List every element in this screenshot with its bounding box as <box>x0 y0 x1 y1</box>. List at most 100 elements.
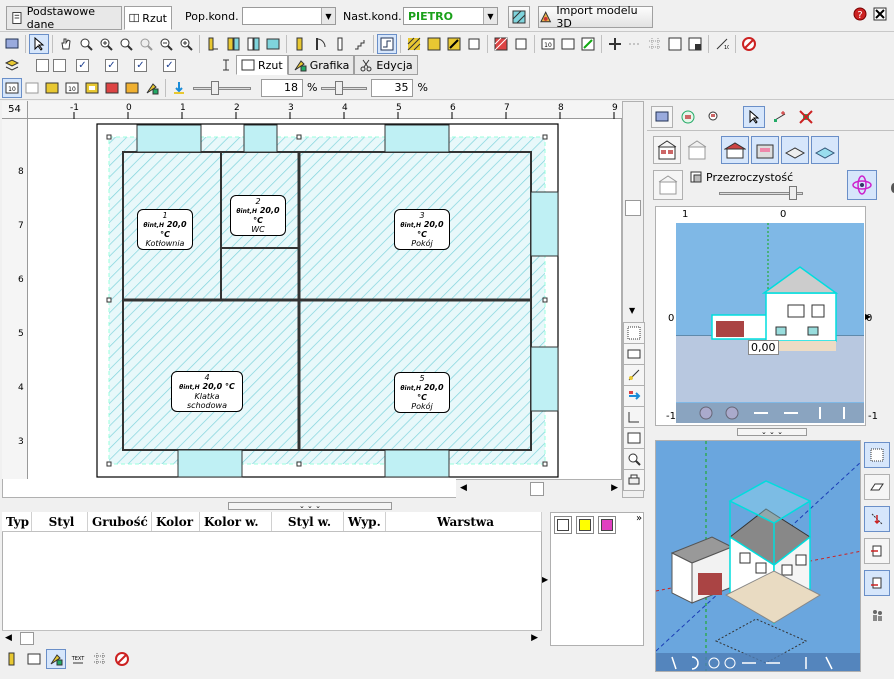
swatch-white[interactable] <box>554 516 572 534</box>
3d-clip-button[interactable] <box>864 570 890 596</box>
col-grubosc[interactable]: Grubość <box>88 512 152 531</box>
pointer-button[interactable] <box>29 34 49 54</box>
scroll-left-arrow[interactable]: ◀ <box>460 483 467 493</box>
bottom-text-button[interactable]: TEXT <box>68 649 88 669</box>
door-tool[interactable] <box>310 34 330 54</box>
house-transparency-button[interactable] <box>653 170 683 200</box>
drawing-hscroll[interactable]: ◀ ▶ <box>456 479 622 498</box>
scroll-right-arrow[interactable]: ▶ <box>531 633 538 643</box>
expand-icon[interactable]: » <box>636 513 642 524</box>
hatch-tool-button[interactable] <box>508 6 530 28</box>
print-view-button[interactable] <box>623 469 645 491</box>
crosshair-tool[interactable] <box>605 34 625 54</box>
chevron-down-icon[interactable]: ▼ <box>321 8 335 24</box>
scroll-thumb[interactable] <box>530 482 544 496</box>
chevron-down-icon[interactable]: ▼ <box>483 8 497 24</box>
cancel-tool[interactable] <box>739 34 759 54</box>
bottom-plan-button[interactable] <box>24 649 44 669</box>
slider-2[interactable] <box>321 79 368 97</box>
close-button[interactable] <box>870 4 890 24</box>
measure-tool[interactable]: 10 <box>712 34 732 54</box>
hatch-tool-d[interactable] <box>464 34 484 54</box>
transparency-button[interactable] <box>169 78 189 98</box>
col-styl[interactable]: Styl <box>32 512 88 531</box>
grid-dots-button[interactable] <box>623 322 645 344</box>
select-3d-button[interactable] <box>743 106 765 128</box>
orbit-button[interactable] <box>847 170 877 200</box>
scroll-down-arrow[interactable]: ▼ <box>629 306 635 315</box>
room-label-4[interactable]: 4 θint,H 20,0 °C Klatka schodowa <box>171 371 243 412</box>
checkbox-b[interactable] <box>53 58 66 72</box>
zoom-plus-button[interactable] <box>176 34 196 54</box>
dimension-view-button[interactable] <box>623 343 645 365</box>
bottom-cancel-button[interactable] <box>112 649 132 669</box>
bottom-wall-button[interactable] <box>2 649 22 669</box>
tab-rzut[interactable]: Rzut <box>124 6 172 30</box>
col-styl-w[interactable]: Styl w. <box>272 512 344 531</box>
window-tool[interactable] <box>330 34 350 54</box>
dimension-toggle[interactable]: 10 <box>2 77 22 98</box>
plan-toggle-g[interactable] <box>142 78 162 98</box>
pop-kond-select[interactable]: ▼ <box>242 7 336 25</box>
zoom-out-button[interactable] <box>156 34 176 54</box>
house-view-e[interactable] <box>781 136 809 164</box>
zoom-view-button[interactable] <box>623 448 645 470</box>
grid-tool[interactable] <box>645 34 665 54</box>
nast-kond-select[interactable]: PIETRO ▼ <box>403 7 498 25</box>
slider-2-value[interactable]: 35 <box>371 78 414 97</box>
frame-tool-b[interactable] <box>685 34 705 54</box>
add-node-button[interactable] <box>769 106 791 128</box>
col-kolor[interactable]: Kolor <box>152 512 200 531</box>
wall-tool-3[interactable] <box>243 34 263 54</box>
scroll-left-arrow[interactable]: ◀ <box>5 633 12 643</box>
view-3d-button[interactable] <box>651 106 673 128</box>
preview-side-handle[interactable]: ▶ <box>865 206 875 426</box>
help-button[interactable]: ? <box>850 4 870 24</box>
wall-tool-2[interactable] <box>223 34 243 54</box>
house-view-b[interactable] <box>683 136 711 164</box>
wall-tool-1[interactable] <box>203 34 223 54</box>
delete-node-button[interactable] <box>795 106 817 128</box>
hatch-tool-a[interactable] <box>404 34 424 54</box>
layer-collapse-handle[interactable]: ▶ <box>542 512 550 646</box>
text-tool-a[interactable]: 10 <box>538 34 558 54</box>
house-view-d[interactable] <box>751 136 779 164</box>
drawing-canvas[interactable]: 1 θint,H 20,0 °C Kotłownia 2 θint,H 20,0… <box>2 101 622 498</box>
room-label-1[interactable]: 1 θint,H 20,0 °C Kotłownia <box>137 209 193 250</box>
import-3d-button[interactable]: Import modelu 3D <box>538 4 653 30</box>
snap-button[interactable] <box>377 34 397 54</box>
plan-toggle-a[interactable] <box>22 78 42 98</box>
view-tab-grafika[interactable]: Grafika <box>287 55 355 75</box>
swatch-yellow[interactable] <box>576 516 594 534</box>
scroll-thumb[interactable] <box>625 200 641 216</box>
column-tool[interactable] <box>290 34 310 54</box>
zoom-in-button[interactable] <box>96 34 116 54</box>
scroll-thumb[interactable] <box>20 632 34 645</box>
fill-tool-b[interactable] <box>511 34 531 54</box>
col-kolor-w[interactable]: Kolor w. <box>200 512 272 531</box>
walk-button[interactable] <box>883 170 894 200</box>
render-zoom-button[interactable] <box>703 106 725 128</box>
plan-toggle-c[interactable]: 10 <box>62 78 82 98</box>
slider-thumb[interactable] <box>211 80 219 95</box>
slider-1[interactable] <box>193 79 251 97</box>
view-tab-edycja[interactable]: Edycja <box>354 55 418 75</box>
plan-toggle-d[interactable] <box>82 78 102 98</box>
3d-axis-button[interactable] <box>864 506 890 532</box>
fill-tool-a[interactable] <box>491 34 511 54</box>
3d-grid-button[interactable] <box>864 442 890 468</box>
checkbox-c[interactable]: ✓ <box>76 58 89 72</box>
layer-hscroll[interactable]: ◀ ▶ <box>2 630 542 646</box>
checkbox-a[interactable] <box>36 58 49 72</box>
room-label-3[interactable]: 3 θint,H 20,0 °C Pokój <box>394 209 450 250</box>
plan-toggle-f[interactable] <box>122 78 142 98</box>
house-view-f[interactable] <box>811 136 839 164</box>
3d-people-button[interactable] <box>864 602 890 628</box>
line-tool[interactable] <box>625 34 645 54</box>
scroll-right-arrow[interactable]: ▶ <box>611 483 618 493</box>
room-label-5[interactable]: 5 θint,H 20,0 °C Pokój <box>394 372 450 413</box>
elevation-preview[interactable]: 1 0 0 0 -1 -1 0,00 <box>655 206 878 426</box>
angle-button[interactable] <box>623 406 645 428</box>
move-button[interactable] <box>623 385 645 407</box>
frame-tool-a[interactable] <box>665 34 685 54</box>
